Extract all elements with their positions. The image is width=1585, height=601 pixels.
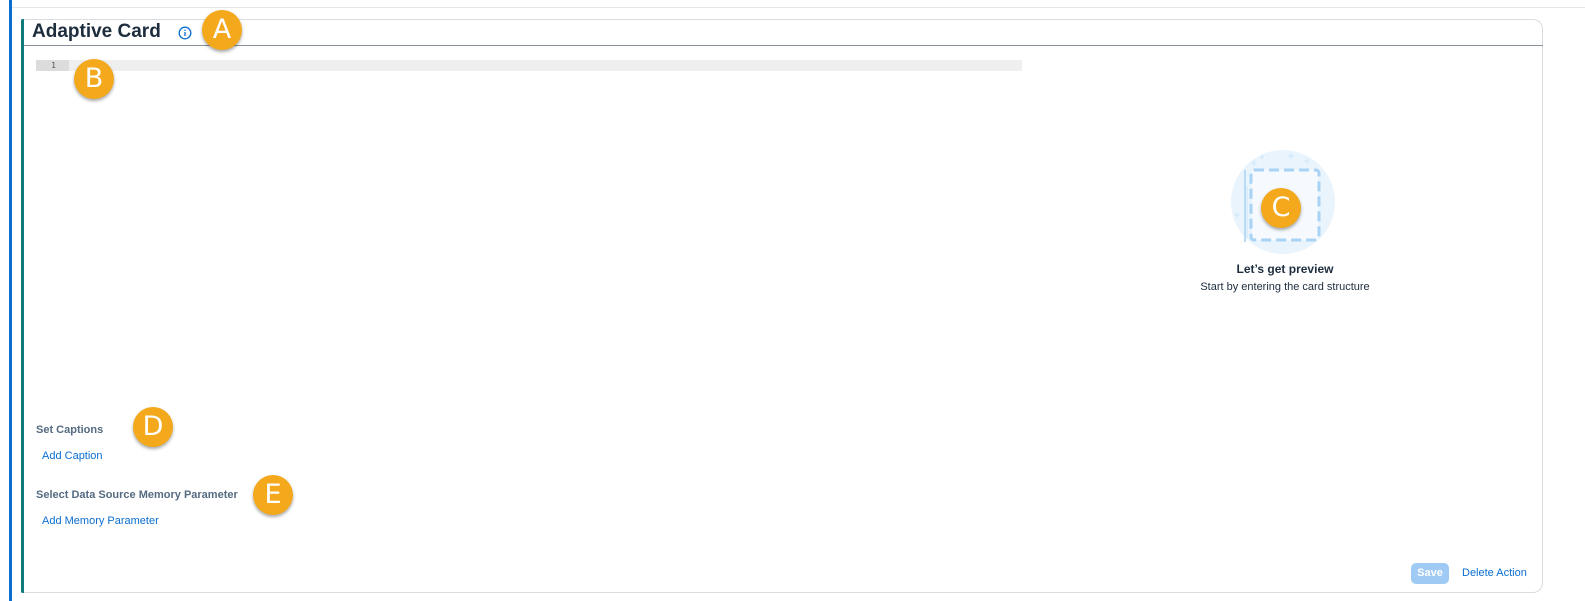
callout-marker-c: C [1261,188,1301,228]
header-divider [24,45,1543,46]
delete-action-link[interactable]: Delete Action [1462,567,1527,579]
info-icon[interactable] [178,26,192,40]
preview-subtitle: Start by entering the card structure [1200,281,1370,293]
memory-parameter-label: Select Data Source Memory Parameter [36,489,238,501]
callout-marker-e: E [253,475,293,515]
preview-title: Let’s get preview [1236,262,1334,276]
add-caption-link[interactable]: Add Caption [42,450,103,462]
add-memory-parameter-link[interactable]: Add Memory Parameter [42,515,159,527]
callout-marker-a: A [202,10,242,50]
adaptive-card-panel [21,19,1543,593]
card-accent-bar [21,19,24,593]
card-title: Adaptive Card [32,21,161,42]
save-button[interactable]: Save [1411,563,1449,584]
captions-label: Set Captions [36,424,104,436]
callout-marker-d: D [133,407,173,447]
section-rail [9,0,12,601]
outer-panel-border [10,7,1585,8]
callout-marker-b: B [74,59,114,99]
code-editor-line[interactable] [36,60,1022,71]
line-number: 1 [36,60,69,71]
